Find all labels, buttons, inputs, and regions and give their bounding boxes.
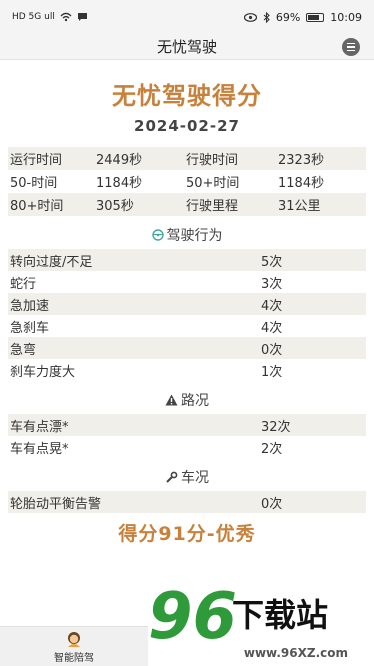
- item-count: 2次: [261, 441, 283, 457]
- behavior-list: 转向过度/不足 5次 蛇行 3次 急加速 4次 急刹车 4次 急弯 0次 刹车力度大 1次: [8, 249, 366, 381]
- section-title: 车况: [181, 470, 209, 486]
- stat-label: 运行时间: [10, 153, 63, 168]
- final-score: 得分91分-优秀: [118, 523, 256, 545]
- item-count: 1次: [261, 364, 283, 380]
- item-count: 4次: [261, 320, 283, 336]
- item-count: 0次: [261, 496, 283, 512]
- stat-label: 50+时间: [186, 176, 240, 191]
- item-count: 0次: [261, 342, 283, 358]
- score-heading: 无忧驾驶得分: [112, 82, 262, 110]
- battery-percent: 69%: [275, 10, 301, 24]
- list-item: 车有点晃* 2次: [8, 436, 366, 458]
- stats-row: 运行时间 2449秒 行驶时间 2323秒: [8, 147, 366, 170]
- section-title: 路况: [181, 393, 209, 409]
- stat-value: 31公里: [278, 199, 321, 214]
- page-title: 无忧驾驶: [156, 38, 217, 56]
- status-bar: HD 5G ull 69% 10:09: [0, 0, 374, 34]
- watermark-logo: 96 下载站 www.96XZ.com: [144, 578, 366, 662]
- list-item: 车有点漂* 32次: [8, 414, 366, 436]
- section-header-behavior: 驾驶行为: [0, 225, 374, 245]
- item-label: 急加速: [10, 298, 50, 314]
- list-item: 蛇行 3次: [8, 271, 366, 293]
- bluetooth-icon: [263, 11, 270, 23]
- battery-icon: [306, 12, 325, 22]
- stat-label: 50-时间: [10, 176, 58, 191]
- watermark-url: www.96XZ.com: [243, 646, 348, 660]
- item-label: 轮胎动平衡告警: [10, 496, 102, 512]
- item-label: 蛇行: [10, 276, 37, 292]
- list-item: 转向过度/不足 5次: [8, 249, 366, 271]
- stat-label: 行驶时间: [186, 153, 239, 168]
- message-icon: [77, 13, 87, 21]
- item-label: 急刹车: [10, 320, 50, 336]
- item-label: 车有点漂*: [10, 419, 69, 435]
- svg-text:下载站: 下载站: [232, 596, 328, 634]
- list-item: 急加速 4次: [8, 293, 366, 315]
- item-label: 急弯: [10, 342, 37, 358]
- list-item: 刹车力度大 1次: [8, 359, 366, 381]
- item-count: 32次: [261, 419, 291, 435]
- svg-text:96: 96: [148, 580, 237, 654]
- stat-value: 1184秒: [278, 176, 325, 191]
- wifi-icon: [60, 12, 72, 22]
- warning-icon: [165, 394, 178, 406]
- clock: 10:09: [330, 10, 362, 24]
- item-count: 5次: [261, 254, 283, 270]
- section-header-vehicle: 车况: [0, 467, 374, 487]
- nav-bar: 无忧驾驶: [0, 34, 374, 60]
- item-count: 4次: [261, 298, 283, 314]
- list-item: 急弯 0次: [8, 337, 366, 359]
- section-header-road: 路况: [0, 390, 374, 410]
- signal-indicators: HD 5G ull: [12, 12, 55, 22]
- stats-row: 80+时间 305秒 行驶里程 31公里: [8, 193, 366, 216]
- stat-value: 305秒: [96, 199, 134, 214]
- steering-wheel-icon: [151, 229, 164, 241]
- stat-value: 1184秒: [96, 176, 143, 191]
- section-title: 驾驶行为: [166, 228, 223, 244]
- wrench-icon: [166, 471, 178, 483]
- stat-label: 行驶里程: [186, 199, 239, 214]
- stats-table: 运行时间 2449秒 行驶时间 2323秒 50-时间 1184秒 50+时间 …: [8, 147, 366, 216]
- menu-icon[interactable]: [342, 38, 360, 56]
- eye-icon: [243, 12, 257, 22]
- stat-label: 80+时间: [10, 199, 64, 214]
- list-item: 急刹车 4次: [8, 315, 366, 337]
- item-label: 车有点晃*: [10, 441, 69, 457]
- tab-smart-companion[interactable]: 智能陪驾: [0, 626, 148, 666]
- item-label: 刹车力度大: [10, 364, 76, 380]
- status-right: 69% 10:09: [243, 10, 362, 24]
- stats-row: 50-时间 1184秒 50+时间 1184秒: [8, 170, 366, 193]
- stat-value: 2449秒: [96, 153, 143, 168]
- tab-label: 智能陪驾: [54, 652, 94, 664]
- vehicle-list: 轮胎动平衡告警 0次: [8, 491, 366, 513]
- avatar-icon: [68, 631, 80, 647]
- stat-value: 2323秒: [278, 153, 325, 168]
- list-item: 轮胎动平衡告警 0次: [8, 491, 366, 513]
- item-label: 转向过度/不足: [10, 254, 93, 270]
- status-left-icons: HD 5G ull: [12, 12, 88, 22]
- road-list: 车有点漂* 32次 车有点晃* 2次: [8, 414, 366, 458]
- item-count: 3次: [261, 276, 283, 292]
- report-date: 2024-02-27: [134, 117, 240, 135]
